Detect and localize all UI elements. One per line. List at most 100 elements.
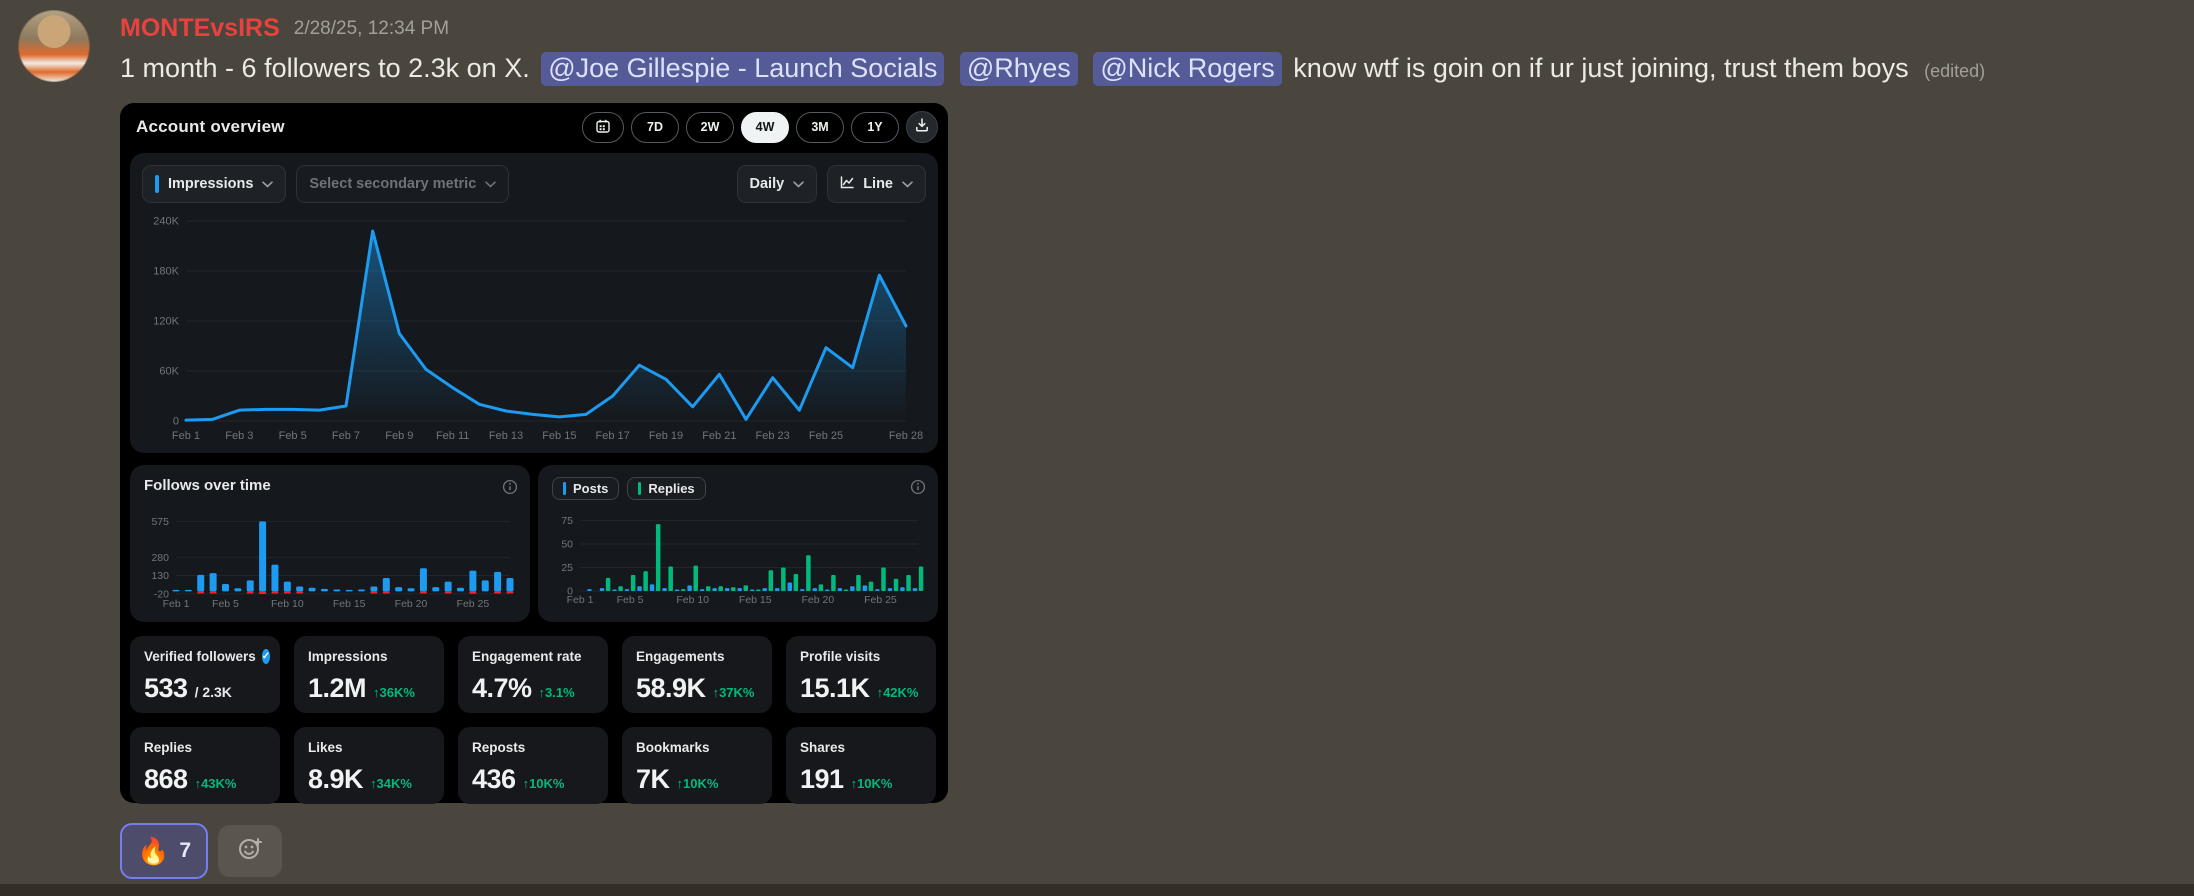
metric-label: Shares: [800, 740, 845, 755]
metric-delta: ↑10K%: [677, 776, 719, 791]
posts-replies-panel: Posts Replies 0255075Feb 1Feb 5Feb 10Feb…: [538, 465, 938, 622]
metric-card-profile-visits[interactable]: Profile visits 15.1K↑42K%: [786, 636, 936, 713]
svg-text:Feb 7: Feb 7: [332, 430, 360, 442]
metric-card-reposts[interactable]: Reposts 436 ↑10K%: [458, 727, 608, 804]
metric-label: Engagement rate: [472, 649, 582, 664]
impressions-line-chart[interactable]: 060K120K180K240KFeb 1Feb 3Feb 5Feb 7Feb …: [142, 211, 926, 443]
metric-label: Reposts: [472, 740, 525, 755]
metric-value: 7K: [636, 764, 670, 795]
secondary-metric-placeholder: Select secondary metric: [309, 176, 476, 192]
metric-value: 191: [800, 764, 844, 795]
metric-delta: ↑37K%: [713, 685, 755, 700]
add-reaction-button[interactable]: [218, 825, 282, 877]
svg-text:Feb 28: Feb 28: [889, 430, 923, 442]
metric-card-replies[interactable]: Replies 868 ↑43K%: [130, 727, 280, 804]
message-text: 1 month - 6 followers to 2.3k on X. @Joe…: [120, 48, 2180, 91]
svg-text:Feb 5: Feb 5: [279, 430, 307, 442]
svg-text:Feb 1: Feb 1: [172, 430, 200, 442]
analytics-header: Account overview 7D 2W 4W 3M 1Y: [130, 111, 938, 143]
metric-suffix: / 2.3K: [195, 684, 232, 700]
range-button-7d[interactable]: 7D: [631, 112, 679, 143]
metric-card-bookmarks[interactable]: Bookmarks 7K↑10K%: [622, 727, 772, 804]
chevron-down-icon: [793, 176, 804, 192]
metric-delta: ↑43K%: [195, 776, 237, 791]
primary-metric-label: Impressions: [168, 176, 253, 192]
info-icon[interactable]: [502, 479, 518, 495]
info-icon[interactable]: [910, 479, 926, 495]
metric-card-verified-followers[interactable]: Verified followers✓ 533/ 2.3K: [130, 636, 280, 713]
metric-delta: ↑34K%: [370, 776, 412, 791]
svg-text:Feb 17: Feb 17: [596, 430, 630, 442]
reactions-bar: 🔥 7: [120, 823, 2180, 879]
svg-text:50: 50: [561, 538, 573, 550]
mention-rhyes[interactable]: @Rhyes: [960, 52, 1078, 86]
download-button[interactable]: [906, 111, 938, 143]
metric-delta: ↑10K%: [523, 776, 565, 791]
timestamp: 2/28/25, 12:34 PM: [294, 18, 449, 40]
svg-text:Feb 5: Feb 5: [617, 594, 644, 606]
svg-text:Feb 19: Feb 19: [649, 430, 683, 442]
svg-text:Feb 20: Feb 20: [802, 594, 835, 606]
range-button-1y[interactable]: 1Y: [851, 112, 899, 143]
download-icon: [915, 118, 929, 137]
fire-emoji-icon: 🔥: [137, 838, 169, 864]
reaction-fire[interactable]: 🔥 7: [120, 823, 208, 879]
svg-text:Feb 23: Feb 23: [756, 430, 790, 442]
metric-delta: ↑3.1%: [539, 685, 575, 700]
metric-card-likes[interactable]: Likes 8.9K↑34K%: [294, 727, 444, 804]
metric-card-engagement-rate[interactable]: Engagement rate 4.7%↑3.1%: [458, 636, 608, 713]
metric-card-impressions[interactable]: Impressions 1.2M↑36K%: [294, 636, 444, 713]
metric-value: 436: [472, 764, 516, 795]
posts-replies-bar-chart[interactable]: 0255075Feb 1Feb 5Feb 10Feb 15Feb 20Feb 2…: [552, 503, 924, 607]
chart-legend: Posts Replies: [552, 477, 706, 500]
chart-controls: Impressions Select secondary metric Dail…: [142, 165, 926, 203]
metric-value: 8.9K: [308, 764, 363, 795]
analytics-embed-image[interactable]: Account overview 7D 2W 4W 3M 1Y: [120, 103, 948, 803]
svg-text:130: 130: [151, 570, 169, 582]
metric-card-shares[interactable]: Shares 191 ↑10K%: [786, 727, 936, 804]
svg-text:60K: 60K: [159, 366, 179, 378]
calendar-button[interactable]: [582, 112, 624, 143]
metrics-row-1: Verified followers✓ 533/ 2.3K Impression…: [130, 636, 938, 713]
legend-posts-label: Posts: [573, 481, 608, 496]
metric-label: Replies: [144, 740, 192, 755]
mention-nick-rogers[interactable]: @Nick Rogers: [1093, 52, 1281, 86]
svg-text:0: 0: [173, 416, 179, 428]
posts-color-swatch: [563, 482, 566, 495]
svg-text:Feb 13: Feb 13: [489, 430, 523, 442]
primary-metric-dropdown[interactable]: Impressions: [142, 165, 286, 203]
range-button-3m[interactable]: 3M: [796, 112, 844, 143]
svg-text:Feb 15: Feb 15: [739, 594, 772, 606]
add-reaction-smiley-icon: [237, 836, 263, 867]
legend-replies[interactable]: Replies: [627, 477, 705, 500]
metric-delta: ↑10K%: [851, 776, 893, 791]
svg-text:575: 575: [151, 516, 169, 528]
mention-joe-gillespie[interactable]: @Joe Gillespie - Launch Socials: [541, 52, 944, 86]
replies-color-swatch: [638, 482, 641, 495]
svg-text:Feb 9: Feb 9: [385, 430, 413, 442]
secondary-metric-dropdown[interactable]: Select secondary metric: [296, 165, 509, 203]
svg-text:Feb 20: Feb 20: [395, 598, 428, 610]
range-button-4w[interactable]: 4W: [741, 112, 789, 143]
metric-label: Profile visits: [800, 649, 880, 664]
reaction-count: 7: [179, 839, 191, 863]
legend-posts[interactable]: Posts: [552, 477, 619, 500]
svg-text:Feb 1: Feb 1: [567, 594, 594, 606]
metric-card-engagements[interactable]: Engagements 58.9K↑37K%: [622, 636, 772, 713]
range-button-2w[interactable]: 2W: [686, 112, 734, 143]
message-text-after: know wtf is goin on if ur just joining, …: [1293, 53, 1908, 83]
chart-type-dropdown[interactable]: Line: [827, 165, 926, 203]
follows-panel-title: Follows over time: [144, 477, 271, 494]
svg-text:180K: 180K: [153, 266, 179, 278]
avatar[interactable]: [18, 10, 90, 82]
svg-text:Feb 5: Feb 5: [212, 598, 239, 610]
follows-bar-chart[interactable]: -20130280575Feb 1Feb 5Feb 10Feb 15Feb 20…: [144, 503, 516, 611]
granularity-dropdown[interactable]: Daily: [737, 165, 818, 203]
chevron-down-icon: [902, 176, 913, 192]
svg-text:Feb 10: Feb 10: [271, 598, 304, 610]
line-chart-icon: [840, 176, 854, 193]
metric-value: 868: [144, 764, 188, 795]
verified-badge-icon: ✓: [262, 649, 270, 664]
username[interactable]: MONTEvsIRS: [120, 14, 280, 43]
svg-text:Feb 1: Feb 1: [163, 598, 190, 610]
